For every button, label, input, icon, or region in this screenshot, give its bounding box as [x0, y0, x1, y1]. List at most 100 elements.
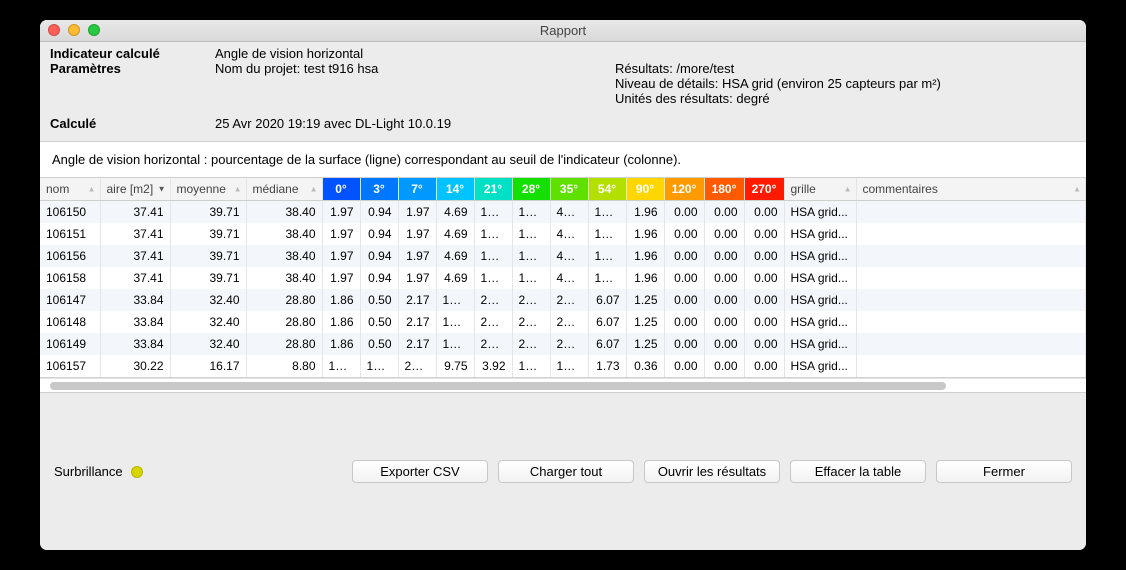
- open-results-button[interactable]: Ouvrir les résultats: [644, 460, 780, 483]
- cell-commentaires: [856, 355, 1086, 378]
- table-row[interactable]: 10614833.8432.4028.801.860.502.1713....2…: [40, 311, 1086, 333]
- zoom-icon[interactable]: [88, 24, 100, 36]
- table-row[interactable]: 10615037.4139.7138.401.970.941.974.6913.…: [40, 201, 1086, 224]
- cell-angle-3: 4.69: [436, 223, 474, 245]
- minimize-icon[interactable]: [68, 24, 80, 36]
- cell-angle-6: 45....: [550, 201, 588, 224]
- highlight-indicator-icon: [131, 466, 143, 478]
- col-angle-90°[interactable]: 90°: [626, 178, 664, 201]
- table-row[interactable]: 10614933.8432.4028.801.860.502.1713....2…: [40, 333, 1086, 355]
- cell-mediane: 38.40: [246, 267, 322, 289]
- col-mediane[interactable]: médiane▲: [246, 178, 322, 201]
- calc-value: 25 Avr 2020 19:19 avec DL-Light 10.0.19: [215, 116, 615, 131]
- cell-angle-8: 1.96: [626, 201, 664, 224]
- cell-commentaires: [856, 289, 1086, 311]
- params-label: Paramètres: [50, 61, 215, 106]
- sort-icon: ▲: [844, 185, 852, 194]
- cell-angle-10: 0.00: [704, 355, 744, 378]
- cell-angle-5: 16....: [512, 267, 550, 289]
- cell-angle-2: 1.97: [398, 201, 436, 224]
- col-nom[interactable]: nom▲: [40, 178, 100, 201]
- cell-angle-6: 26....: [550, 289, 588, 311]
- cell-angle-7: 12....: [588, 201, 626, 224]
- col-grille[interactable]: grille▲: [784, 178, 856, 201]
- cell-angle-1: 0.94: [360, 267, 398, 289]
- col-aire[interactable]: aire [m2]▼: [100, 178, 170, 201]
- titlebar: Rapport: [40, 20, 1086, 42]
- traffic-lights: [48, 24, 100, 36]
- col-angle-3°[interactable]: 3°: [360, 178, 398, 201]
- col-commentaires[interactable]: commentaires▲: [856, 178, 1086, 201]
- cell-mediane: 28.80: [246, 311, 322, 333]
- cell-angle-5: 16....: [512, 201, 550, 224]
- cell-angle-9: 0.00: [664, 267, 704, 289]
- horizontal-scrollbar[interactable]: [40, 378, 1086, 392]
- cell-angle-3: 13....: [436, 311, 474, 333]
- cell-angle-3: 9.75: [436, 355, 474, 378]
- col-angle-7°[interactable]: 7°: [398, 178, 436, 201]
- cell-angle-8: 1.96: [626, 267, 664, 289]
- col-angle-54°[interactable]: 54°: [588, 178, 626, 201]
- cell-nom: 106158: [40, 267, 100, 289]
- col-angle-180°[interactable]: 180°: [704, 178, 744, 201]
- cell-grille: HSA grid...: [784, 223, 856, 245]
- col-moyenne[interactable]: moyenne▲: [170, 178, 246, 201]
- table-row[interactable]: 10614733.8432.4028.801.860.502.1713....2…: [40, 289, 1086, 311]
- cell-aire: 37.41: [100, 245, 170, 267]
- cell-angle-4: 28....: [474, 289, 512, 311]
- clear-table-button[interactable]: Effacer la table: [790, 460, 926, 483]
- cell-grille: HSA grid...: [784, 267, 856, 289]
- cell-commentaires: [856, 267, 1086, 289]
- export-csv-button[interactable]: Exporter CSV: [352, 460, 488, 483]
- cell-angle-1: 18....: [360, 355, 398, 378]
- col-angle-21°[interactable]: 21°: [474, 178, 512, 201]
- sort-icon: ▲: [234, 185, 242, 194]
- table-row[interactable]: 10615137.4139.7138.401.970.941.974.6913.…: [40, 223, 1086, 245]
- cell-moyenne: 32.40: [170, 289, 246, 311]
- results-table: nom▲ aire [m2]▼ moyenne▲ médiane▲ 0°3°7°…: [40, 178, 1086, 378]
- cell-nom: 106149: [40, 333, 100, 355]
- col-angle-270°[interactable]: 270°: [744, 178, 784, 201]
- cell-angle-1: 0.94: [360, 223, 398, 245]
- cell-moyenne: 39.71: [170, 267, 246, 289]
- cell-angle-0: 18....: [322, 355, 360, 378]
- col-angle-0°[interactable]: 0°: [322, 178, 360, 201]
- cell-angle-6: 45....: [550, 267, 588, 289]
- col-angle-28°[interactable]: 28°: [512, 178, 550, 201]
- cell-aire: 37.41: [100, 223, 170, 245]
- cell-commentaires: [856, 201, 1086, 224]
- cell-angle-3: 4.69: [436, 245, 474, 267]
- cell-angle-4: 13....: [474, 201, 512, 224]
- col-angle-35°[interactable]: 35°: [550, 178, 588, 201]
- cell-angle-10: 0.00: [704, 267, 744, 289]
- detail-level: Niveau de détails: HSA grid (environ 25 …: [615, 76, 1076, 91]
- close-icon[interactable]: [48, 24, 60, 36]
- cell-angle-7: 1.73: [588, 355, 626, 378]
- cell-nom: 106148: [40, 311, 100, 333]
- load-all-button[interactable]: Charger tout: [498, 460, 634, 483]
- table-header-row: nom▲ aire [m2]▼ moyenne▲ médiane▲ 0°3°7°…: [40, 178, 1086, 201]
- sort-icon: ▲: [88, 185, 96, 194]
- cell-angle-5: 16....: [512, 245, 550, 267]
- close-button[interactable]: Fermer: [936, 460, 1072, 483]
- cell-angle-7: 12....: [588, 223, 626, 245]
- cell-angle-2: 1.97: [398, 245, 436, 267]
- cell-moyenne: 32.40: [170, 311, 246, 333]
- cell-angle-1: 0.50: [360, 289, 398, 311]
- table-row[interactable]: 10615637.4139.7138.401.970.941.974.6913.…: [40, 245, 1086, 267]
- cell-angle-10: 0.00: [704, 289, 744, 311]
- cell-angle-9: 0.00: [664, 201, 704, 224]
- col-angle-120°[interactable]: 120°: [664, 178, 704, 201]
- cell-angle-4: 28....: [474, 333, 512, 355]
- calc-label: Calculé: [50, 116, 215, 131]
- cell-moyenne: 32.40: [170, 333, 246, 355]
- cell-angle-7: 6.07: [588, 333, 626, 355]
- col-angle-14°[interactable]: 14°: [436, 178, 474, 201]
- scroll-thumb[interactable]: [50, 382, 946, 390]
- table-row[interactable]: 10615730.2216.178.8018....18....21....9.…: [40, 355, 1086, 378]
- cell-angle-7: 12....: [588, 267, 626, 289]
- cell-moyenne: 39.71: [170, 245, 246, 267]
- table-row[interactable]: 10615837.4139.7138.401.970.941.974.6913.…: [40, 267, 1086, 289]
- cell-angle-3: 13....: [436, 333, 474, 355]
- footer-bar: Surbrillance Exporter CSV Charger tout O…: [40, 392, 1086, 550]
